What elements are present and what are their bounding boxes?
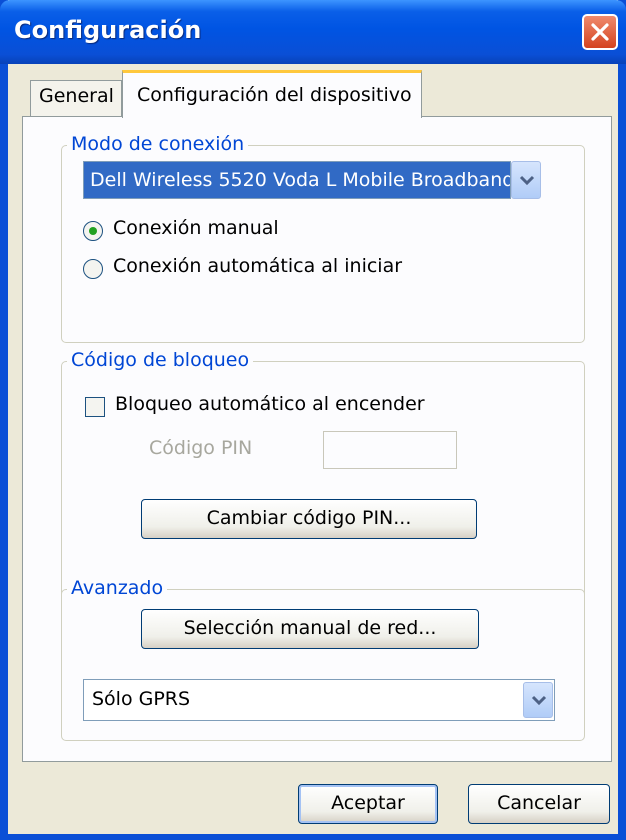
manual-network-button-label: Selección manual de red... [183,617,437,639]
cancel-button-label: Cancelar [497,792,581,814]
radio-manual-label[interactable]: Conexión manual [113,217,279,239]
device-select-dropdown-button[interactable] [511,161,541,199]
device-select[interactable]: Dell Wireless 5520 Voda L Mobile Broadba… [83,161,511,199]
device-select-value: Dell Wireless 5520 Voda L Mobile Broadba… [90,169,511,191]
ok-button-label: Aceptar [331,792,405,814]
manual-network-button[interactable]: Selección manual de red... [141,609,479,649]
tab-general-label: General [39,85,114,107]
window-title: Configuración [14,16,202,44]
radio-auto-label[interactable]: Conexión automática al iniciar [113,255,402,277]
tab-general[interactable]: General [30,80,122,116]
close-icon [591,23,609,41]
tab-device-settings[interactable]: Configuración del dispositivo [122,70,422,118]
connection-mode-legend: Modo de conexión [67,133,249,155]
ok-button[interactable]: Aceptar [298,784,438,824]
auto-lock-checkbox[interactable] [85,397,105,417]
cancel-button[interactable]: Cancelar [468,784,610,824]
auto-lock-label[interactable]: Bloqueo automático al encender [115,393,425,415]
title-bar[interactable]: Configuración [0,0,626,64]
advanced-legend: Avanzado [67,577,168,599]
change-pin-button-label: Cambiar código PIN... [206,507,412,529]
tab-panel: Modo de conexión Dell Wireless 5520 Voda… [22,116,612,762]
radio-auto-connection[interactable] [83,259,103,279]
pin-label: Código PIN [149,437,253,459]
change-pin-button[interactable]: Cambiar código PIN... [141,499,477,539]
radio-selected-dot [89,227,97,235]
pin-input[interactable] [323,431,457,469]
chevron-down-icon [519,175,535,186]
radio-manual-connection[interactable] [83,221,103,241]
chevron-down-icon [531,695,547,706]
lock-code-legend: Código de bloqueo [67,349,254,371]
close-button[interactable] [582,14,618,50]
network-mode-dropdown-button[interactable] [523,682,553,718]
tab-device-settings-label: Configuración del dispositivo [137,84,412,106]
network-mode-select[interactable]: Sólo GPRS [83,679,555,721]
network-mode-select-value: Sólo GPRS [92,688,191,710]
